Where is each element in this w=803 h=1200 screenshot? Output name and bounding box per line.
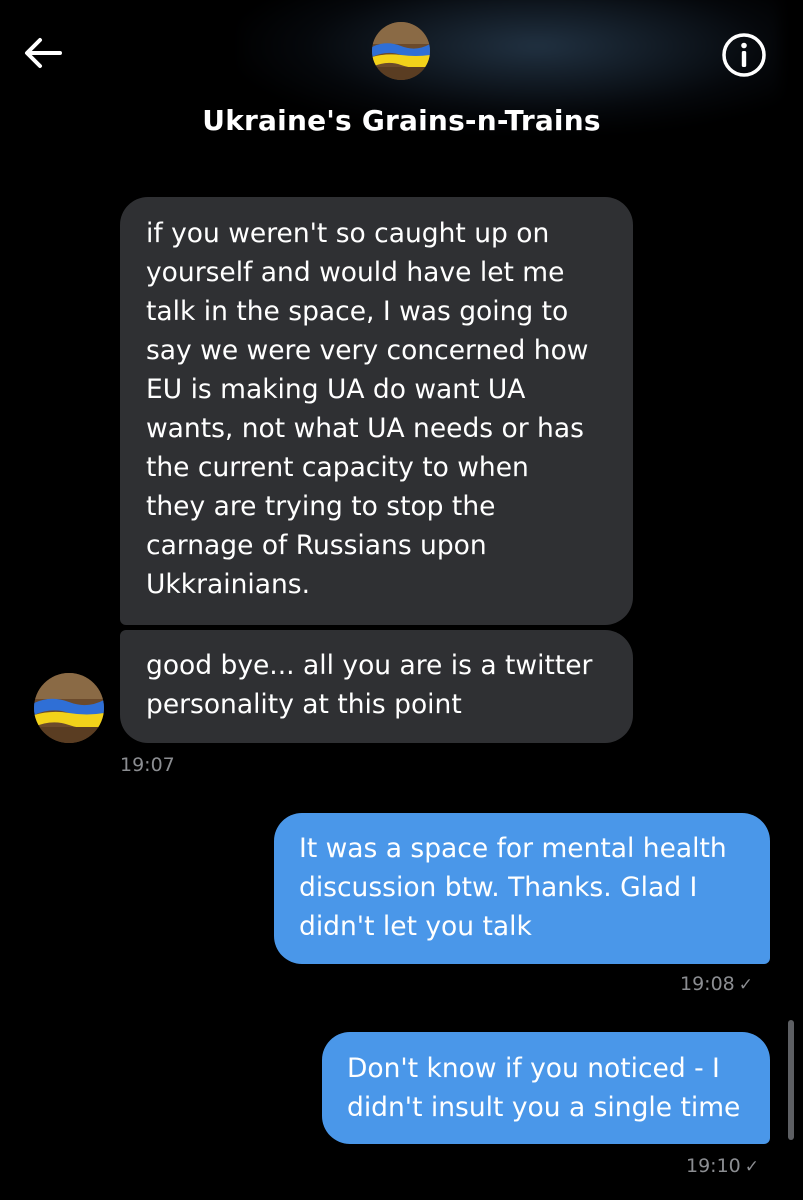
message-bubble-received[interactable]: good bye... all you are is a twitter per… xyxy=(120,630,633,743)
message-bubble-sent[interactable]: It was a space for mental health discuss… xyxy=(274,813,770,964)
message-bubble-received[interactable]: if you weren't so caught up on yourself … xyxy=(120,197,633,625)
info-button[interactable] xyxy=(720,31,768,79)
message-bubble-sent[interactable]: Don't know if you noticed - I didn't ins… xyxy=(322,1032,770,1144)
message-timestamp: 19:07 xyxy=(120,754,175,776)
arrow-left-icon xyxy=(25,38,62,68)
check-icon: ✓ xyxy=(738,975,754,995)
header-avatar[interactable] xyxy=(372,22,430,80)
back-button[interactable] xyxy=(22,35,64,71)
check-icon: ✓ xyxy=(744,1157,760,1177)
message-timestamp: 19:10 ✓ xyxy=(686,1155,760,1177)
avatar-image xyxy=(34,673,104,743)
scrollbar[interactable] xyxy=(788,1020,794,1140)
sender-avatar[interactable] xyxy=(34,673,104,743)
message-timestamp: 19:08 ✓ xyxy=(680,973,754,995)
info-circle-icon xyxy=(722,33,766,77)
avatar-image xyxy=(372,22,430,80)
conversation-title[interactable]: Ukraine's Grains-n-Trains xyxy=(0,104,803,137)
